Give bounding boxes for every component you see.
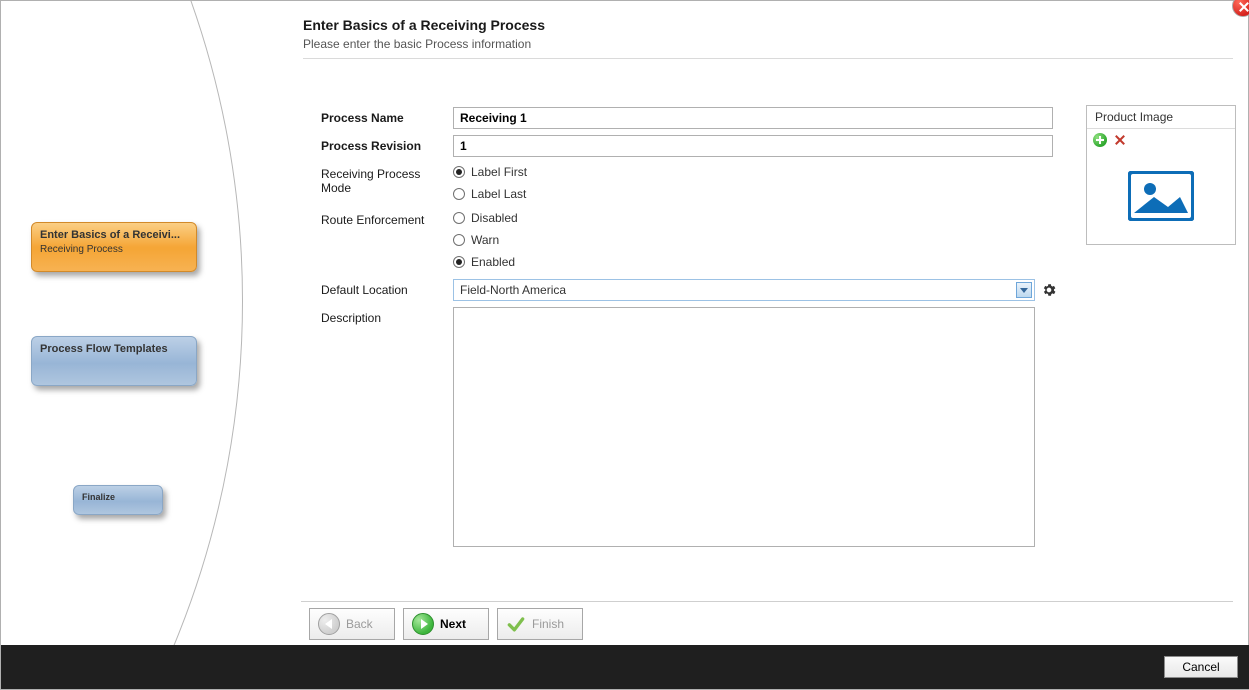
radio-label: Enabled — [471, 255, 515, 269]
arrow-left-icon — [318, 613, 340, 635]
receiving-mode-label-first[interactable]: Label First — [453, 165, 527, 179]
wizard-step-templates[interactable]: Process Flow Templates — [31, 336, 197, 386]
receiving-mode-group: Label First Label Last — [453, 163, 527, 201]
default-location-value: Field-North America — [460, 283, 566, 297]
page-header: Enter Basics of a Receiving Process Plea… — [303, 7, 1233, 59]
wizard-step-subtitle: Receiving Process — [40, 244, 188, 255]
page-subtitle: Please enter the basic Process informati… — [303, 37, 1233, 51]
back-label: Back — [346, 617, 373, 631]
gear-icon — [1041, 282, 1057, 298]
wizard-dialog: Enter Basics of a Receivi... Receiving P… — [0, 0, 1249, 690]
delete-image-button[interactable] — [1113, 133, 1127, 147]
wizard-step-finalize[interactable]: Finalize — [73, 485, 163, 515]
check-icon — [506, 614, 526, 634]
wizard-step-title: Enter Basics of a Receivi... — [40, 229, 188, 241]
wizard-step-title: Finalize — [82, 492, 154, 502]
radio-label: Disabled — [471, 211, 518, 225]
radio-icon — [453, 212, 465, 224]
description-label: Description — [321, 307, 453, 325]
dialog-footer: Cancel — [1, 645, 1249, 689]
default-location-select[interactable]: Field-North America — [453, 279, 1035, 301]
route-enforcement-enabled[interactable]: Enabled — [453, 255, 518, 269]
receiving-mode-label: Receiving Process Mode — [321, 163, 453, 195]
process-revision-field[interactable] — [453, 135, 1053, 157]
radio-label: Label First — [471, 165, 527, 179]
main-area: Enter Basics of a Receivi... Receiving P… — [1, 1, 1249, 646]
default-location-settings-button[interactable] — [1041, 282, 1057, 298]
product-image-placeholder — [1087, 151, 1235, 241]
receiving-mode-label-last[interactable]: Label Last — [453, 187, 527, 201]
finish-button[interactable]: Finish — [497, 608, 583, 640]
process-name-field[interactable] — [453, 107, 1053, 129]
radio-icon — [453, 188, 465, 200]
close-button[interactable] — [1232, 0, 1249, 17]
radio-icon — [453, 256, 465, 268]
cancel-button[interactable]: Cancel — [1164, 656, 1238, 678]
description-field[interactable] — [453, 307, 1035, 547]
chevron-down-icon — [1016, 282, 1032, 298]
radio-label: Label Last — [471, 187, 526, 201]
next-label: Next — [440, 617, 466, 631]
radio-icon — [453, 234, 465, 246]
product-image-panel: Product Image — [1086, 105, 1236, 245]
wizard-button-bar: Back Next Finish — [301, 601, 1233, 645]
route-enforcement-group: Disabled Warn Enabled — [453, 209, 518, 269]
process-revision-label: Process Revision — [321, 135, 453, 153]
wizard-steps-sidebar: Enter Basics of a Receivi... Receiving P… — [1, 1, 301, 646]
wizard-step-title: Process Flow Templates — [40, 343, 188, 355]
route-enforcement-warn[interactable]: Warn — [453, 233, 518, 247]
default-location-label: Default Location — [321, 279, 453, 297]
next-button[interactable]: Next — [403, 608, 489, 640]
image-placeholder-icon — [1128, 171, 1194, 221]
process-name-label: Process Name — [321, 107, 453, 125]
radio-label: Warn — [471, 233, 499, 247]
route-enforcement-disabled[interactable]: Disabled — [453, 211, 518, 225]
wizard-step-basics[interactable]: Enter Basics of a Receivi... Receiving P… — [31, 222, 197, 272]
cancel-label: Cancel — [1182, 660, 1219, 674]
finish-label: Finish — [532, 617, 564, 631]
close-icon — [1232, 0, 1249, 17]
route-enforcement-label: Route Enforcement — [321, 209, 453, 227]
add-image-button[interactable] — [1093, 133, 1107, 147]
radio-icon — [453, 166, 465, 178]
arrow-right-icon — [412, 613, 434, 635]
page-title: Enter Basics of a Receiving Process — [303, 17, 1233, 33]
back-button[interactable]: Back — [309, 608, 395, 640]
product-image-title: Product Image — [1087, 106, 1235, 129]
